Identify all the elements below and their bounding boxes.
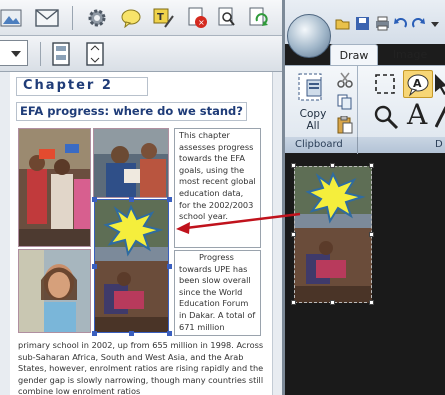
comment-icon[interactable]	[118, 5, 144, 31]
resize-handle[interactable]	[330, 163, 335, 168]
photo-girl-smiling[interactable]	[18, 249, 91, 333]
view-toolbar	[0, 36, 282, 72]
canvas-workspace[interactable]	[285, 154, 445, 395]
fit-page-icon[interactable]	[48, 41, 74, 67]
search-page-icon[interactable]	[214, 5, 240, 31]
document-editor-window: T × Chapter 2 EFA progress: where do we …	[0, 0, 282, 395]
arrow-tool-icon[interactable]	[435, 74, 445, 100]
resize-handle[interactable]	[291, 300, 296, 305]
text-tool-icon[interactable]: T	[150, 5, 176, 31]
resize-handle[interactable]	[330, 300, 335, 305]
line-tool-icon[interactable]	[434, 106, 445, 132]
resize-handle[interactable]	[92, 331, 97, 336]
heading-frame[interactable]: EFA progress: where do we stand?	[16, 102, 247, 121]
resize-handle[interactable]	[129, 331, 134, 336]
resize-handle[interactable]	[92, 264, 97, 269]
resize-handle[interactable]	[369, 300, 374, 305]
resize-handle[interactable]	[129, 197, 134, 202]
rectangle-select-icon[interactable]	[373, 72, 397, 96]
redo-icon[interactable]	[411, 16, 426, 31]
resize-handle[interactable]	[167, 197, 172, 202]
refresh-page-icon[interactable]	[246, 5, 272, 31]
print-icon[interactable]	[375, 16, 390, 31]
zoom-icon[interactable]	[373, 104, 399, 134]
copy-icon[interactable]	[337, 94, 353, 114]
svg-text:A: A	[413, 77, 422, 90]
body-text: primary school in 2002, up from 655 mill…	[18, 340, 264, 395]
photo-woman-reading[interactable]	[93, 128, 169, 198]
copy-all-label-1: Copy	[299, 108, 327, 120]
tab-image[interactable]: Image	[385, 44, 435, 65]
gear-icon[interactable]	[84, 5, 110, 31]
picture-icon[interactable]	[0, 5, 24, 31]
text-tool-icon[interactable]: A	[407, 100, 427, 130]
save-icon[interactable]	[355, 16, 370, 31]
paste-icon[interactable]	[337, 115, 353, 138]
photo-children-flags[interactable]	[18, 128, 91, 247]
resize-handle[interactable]	[291, 232, 296, 237]
text-frame-progress[interactable]: Progress towards UPE has been slow overa…	[174, 250, 261, 336]
fit-width-icon[interactable]	[82, 41, 108, 67]
dropdown-arrow-icon[interactable]	[429, 16, 444, 31]
copy-all-button[interactable]: Copy All	[293, 108, 333, 132]
cut-icon[interactable]	[337, 72, 353, 92]
resize-handle[interactable]	[167, 331, 172, 336]
clipboard-group-label: Clipboard	[295, 139, 343, 150]
email-icon[interactable]	[34, 5, 60, 31]
zoom-dropdown[interactable]	[0, 40, 28, 66]
main-toolbar: T ×	[0, 0, 282, 36]
paint-app-window: Draw Image Copy All A A Clipboard D	[282, 0, 445, 395]
resize-handle[interactable]	[167, 264, 172, 269]
section-heading: EFA progress: where do we stand?	[20, 104, 243, 118]
delete-page-icon[interactable]: ×	[184, 5, 210, 31]
open-folder-icon[interactable]	[335, 16, 350, 31]
resize-handle[interactable]	[369, 232, 374, 237]
text-frame-intro[interactable]: This chapter assesses progress towards t…	[174, 128, 261, 248]
callout-icon: A	[407, 74, 429, 97]
svg-text:T: T	[157, 12, 164, 23]
undo-icon[interactable]	[393, 16, 408, 31]
canvas-selection[interactable]	[294, 166, 372, 303]
chapter-label: Chapter 2	[23, 78, 113, 93]
progress-text: Progress towards UPE has been slow overa…	[179, 252, 256, 335]
resize-handle[interactable]	[369, 163, 374, 168]
app-menu-button[interactable]	[287, 14, 331, 58]
body-text-frame[interactable]: primary school in 2002, up from 655 mill…	[18, 340, 274, 395]
resize-handle[interactable]	[92, 197, 97, 202]
resize-handle[interactable]	[291, 163, 296, 168]
copy-all-label-2: All	[306, 120, 320, 132]
text-callout-tool[interactable]: A	[403, 70, 433, 98]
chevron-down-icon	[11, 51, 21, 57]
chapter-label-frame[interactable]: Chapter 2	[16, 77, 148, 96]
selection-frame[interactable]	[94, 199, 169, 333]
svg-text:×: ×	[198, 18, 205, 27]
intro-text: This chapter assesses progress towards t…	[179, 130, 256, 222]
tab-draw[interactable]: Draw	[330, 44, 378, 65]
copy-all-icon[interactable]	[295, 72, 329, 102]
draw-group-label: D	[435, 139, 443, 150]
